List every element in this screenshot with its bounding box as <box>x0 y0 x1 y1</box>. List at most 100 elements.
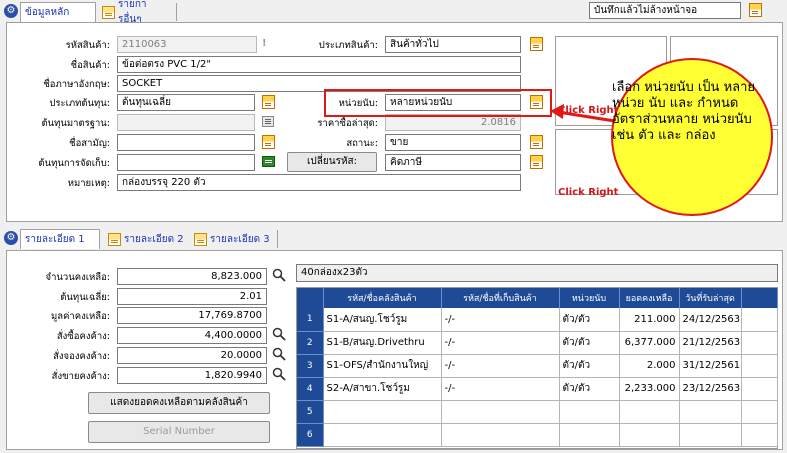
product-name-field[interactable]: ข้อต่อตรง PVC 1/2" <box>117 56 521 73</box>
save-mode-lookup-icon[interactable] <box>749 3 762 17</box>
cost-storage-label: ต้นทุนการจัดเก็บ: <box>38 158 110 169</box>
note-field[interactable]: กล่องบรรจุ 220 ตัว <box>117 174 521 191</box>
cell-location[interactable] <box>441 423 560 447</box>
cell-warehouse[interactable]: S1-B/สนญ.Drivethru <box>323 331 442 355</box>
cell-warehouse[interactable] <box>323 423 442 447</box>
po-pending-field[interactable]: 4,400.0000 <box>117 327 267 344</box>
cell-balance[interactable]: 6,377.000 <box>619 331 680 355</box>
cell-last-received[interactable] <box>679 423 742 447</box>
po-pending-label: สั่งซื้อคงค้าง: <box>56 331 110 342</box>
table-row[interactable]: 3 S1-OFS/สำนักงานใหญ่ -/- ตัว/ตัว 2.000 … <box>297 354 778 378</box>
cell-warehouse[interactable]: S2-A/สาขา.โชว์รูม <box>323 377 442 401</box>
remaining-value-label: มูลค่าคงเหลือ: <box>50 311 110 322</box>
cell-last-received[interactable]: 21/12/2563 <box>679 331 742 355</box>
tab-main-info[interactable]: ข้อมูลหลัก <box>20 2 96 22</box>
table-row[interactable]: 5 <box>297 400 778 424</box>
remaining-value-field[interactable]: 17,769.8700 <box>117 307 267 324</box>
row-number: 5 <box>297 400 324 424</box>
table-row[interactable]: 2 S1-B/สนญ.Drivethru -/- ตัว/ตัว 6,377.0… <box>297 331 778 355</box>
remaining-qty-field[interactable]: 8,823.000 <box>117 268 267 285</box>
avg-cost-field[interactable]: 2.01 <box>117 288 267 305</box>
cost-type-lookup-icon[interactable] <box>262 95 275 109</box>
cell-balance[interactable] <box>619 400 680 424</box>
cell-last-received[interactable]: 23/12/2563 <box>679 377 742 401</box>
brand-field[interactable] <box>117 134 255 151</box>
cell-balance[interactable]: 211.000 <box>619 308 680 332</box>
tab-detail-2-label: รายละเอียด 2 <box>124 233 184 245</box>
tab-other-items[interactable]: รายการอื่นๆ <box>98 0 174 25</box>
tab-detail-3-label: รายละเอียด 3 <box>210 233 270 245</box>
packaging-note-field[interactable]: 40กล่องx23ตัว <box>296 264 778 282</box>
cell-unit[interactable] <box>559 423 620 447</box>
tab-divider-2 <box>277 230 278 248</box>
cell-location[interactable]: -/- <box>441 308 560 332</box>
tab-main-info-label: ข้อมูลหลัก <box>25 7 70 18</box>
tax-field[interactable]: คิดภาษี <box>385 154 521 171</box>
serial-number-button[interactable]: Serial Number <box>88 421 270 443</box>
product-code-label: รหัสสินค้า: <box>65 40 110 51</box>
product-type-field[interactable]: สินค้าทั่วไป <box>385 36 521 53</box>
cell-last-received[interactable]: 31/12/2561 <box>679 354 742 378</box>
header-balance[interactable]: ยอดคงเหลือ <box>619 288 680 308</box>
cell-location[interactable]: -/- <box>441 377 560 401</box>
table-row[interactable]: 1 S1-A/สนญ.โชว์รูม -/- ตัว/ตัว 211.000 2… <box>297 308 778 332</box>
header-unit[interactable]: หน่วยนับ <box>559 288 620 308</box>
cell-location[interactable] <box>441 400 560 424</box>
search-icon-so[interactable] <box>272 367 286 381</box>
cost-storage-field[interactable] <box>117 154 255 171</box>
cell-unit[interactable]: ตัว/ตัว <box>559 377 620 401</box>
tab-divider <box>176 3 177 21</box>
change-code-button[interactable]: เปลี่ยนรหัส: <box>287 152 377 172</box>
cell-unit[interactable] <box>559 400 620 424</box>
brand-lookup-icon[interactable] <box>262 135 275 149</box>
header-extra <box>741 288 778 308</box>
document-icon-3 <box>194 232 207 246</box>
so-pending-label: สั่งขายคงค้าง: <box>51 371 110 382</box>
product-type-lookup-icon[interactable] <box>530 37 543 51</box>
info-icon: ! <box>262 38 267 49</box>
tab-detail-3[interactable]: รายละเอียด 3 <box>190 229 274 249</box>
save-mode-field[interactable]: บันทึกแล้วไม่ล้างหน้าจอ <box>589 2 741 19</box>
status-field[interactable]: ขาย <box>385 134 521 151</box>
cell-unit[interactable]: ตัว/ตัว <box>559 354 620 378</box>
cell-unit[interactable]: ตัว/ตัว <box>559 308 620 332</box>
cell-extra <box>741 400 778 424</box>
cell-warehouse[interactable]: S1-A/สนญ.โชว์รูม <box>323 308 442 332</box>
cell-last-received[interactable]: 24/12/2563 <box>679 308 742 332</box>
header-last-received[interactable]: วันที่รับล่าสุด <box>679 288 742 308</box>
search-icon-po[interactable] <box>272 327 286 341</box>
calculator-icon[interactable] <box>262 116 274 127</box>
table-row[interactable]: 6 <box>297 423 778 447</box>
cell-location[interactable]: -/- <box>441 331 560 355</box>
header-location[interactable]: รหัส/ชื่อที่เก็บสินค้า <box>441 288 560 308</box>
cost-type-field[interactable]: ต้นทุนเฉลี่ย <box>117 94 255 111</box>
brand-label: ชื่อสามัญ: <box>69 138 110 149</box>
calculator-green-icon[interactable] <box>262 156 275 167</box>
search-icon-reserve[interactable] <box>272 347 286 361</box>
status-label: สถานะ: <box>346 138 378 149</box>
stock-table: รหัส/ชื่อคลังสินค้า รหัส/ชื่อที่เก็บสินค… <box>297 288 778 447</box>
standard-cost-label: ต้นทุนมาตรฐาน: <box>41 118 110 129</box>
so-pending-field[interactable]: 1,820.9940 <box>117 367 267 384</box>
tab-detail-1[interactable]: รายละเอียด 1 <box>20 229 100 249</box>
show-stock-by-warehouse-button[interactable]: แสดงยอดคงเหลือตามคลังสินค้า <box>88 392 270 414</box>
cell-balance[interactable]: 2.000 <box>619 354 680 378</box>
gear-icon-2: ⚙ <box>4 231 18 245</box>
cell-extra <box>741 331 778 355</box>
standard-cost-field[interactable] <box>117 114 255 131</box>
row-number: 4 <box>297 377 324 401</box>
cell-warehouse[interactable]: S1-OFS/สำนักงานใหญ่ <box>323 354 442 378</box>
cell-location[interactable]: -/- <box>441 354 560 378</box>
cell-balance[interactable] <box>619 423 680 447</box>
product-code-field[interactable]: 2110063 <box>117 36 257 53</box>
search-icon[interactable] <box>272 268 286 282</box>
header-warehouse[interactable]: รหัส/ชื่อคลังสินค้า <box>323 288 442 308</box>
cell-balance[interactable]: 2,233.000 <box>619 377 680 401</box>
reserve-pending-label: สั่งจองคงค้าง: <box>53 351 110 362</box>
table-row[interactable]: 4 S2-A/สาขา.โชว์รูม -/- ตัว/ตัว 2,233.00… <box>297 377 778 401</box>
cell-last-received[interactable] <box>679 400 742 424</box>
tab-detail-2[interactable]: รายละเอียด 2 <box>104 229 188 249</box>
cell-warehouse[interactable] <box>323 400 442 424</box>
reserve-pending-field[interactable]: 20.0000 <box>117 347 267 364</box>
cell-unit[interactable]: ตัว/ตัว <box>559 331 620 355</box>
